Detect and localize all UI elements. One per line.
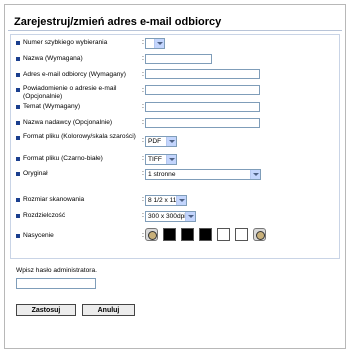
- original-select[interactable]: 1 stronne: [145, 169, 261, 180]
- colon: :: [142, 87, 144, 94]
- saturation-decrease-icon[interactable]: [145, 228, 158, 241]
- subject-input[interactable]: [145, 102, 260, 112]
- square-bullet-icon: [16, 157, 20, 161]
- chevron-down-icon: [166, 137, 176, 146]
- square-bullet-icon: [16, 214, 20, 218]
- resolution-label: Rozdzielczość: [23, 212, 66, 219]
- colon: :: [142, 170, 144, 177]
- speed-dial-label: Numer szybkiego wybierania: [23, 39, 108, 46]
- saturation-increase-icon[interactable]: [253, 228, 266, 241]
- chevron-down-icon: [176, 196, 186, 205]
- colon: :: [142, 71, 144, 78]
- saturation-level-4[interactable]: [217, 228, 230, 241]
- colon: :: [142, 137, 144, 144]
- colon: :: [142, 103, 144, 110]
- saturation-label: Nasycenie: [23, 232, 54, 239]
- chevron-down-icon: [185, 212, 195, 221]
- square-bullet-icon: [16, 73, 20, 77]
- admin-password-label: Wpisz hasło administratora.: [16, 267, 97, 274]
- title-divider: [8, 30, 342, 31]
- format-bw-select[interactable]: TIFF: [145, 154, 177, 165]
- email-label: Adres e-mail odbiorcy (Wymagany): [23, 71, 126, 78]
- format-color-value: PDF: [148, 138, 162, 145]
- page-title: Zarejestruj/zmień adres e-mail odbiorcy: [14, 16, 222, 28]
- square-bullet-icon: [16, 136, 20, 140]
- name-input[interactable]: [145, 54, 212, 64]
- admin-password-input[interactable]: [16, 278, 96, 289]
- notify-label: Powiadomienie o adresie e-mail (Opcjonal…: [23, 85, 117, 100]
- format-bw-label: Format pliku (Czarno-białe): [23, 155, 103, 162]
- scan-size-value: 8 1/2 x 11: [148, 197, 177, 204]
- resolution-select[interactable]: 300 x 300dpi: [145, 211, 196, 222]
- square-bullet-icon: [16, 198, 20, 202]
- colon: :: [142, 196, 144, 203]
- apply-button[interactable]: Zastosuj: [16, 304, 76, 316]
- saturation-level-2[interactable]: [181, 228, 194, 241]
- square-bullet-icon: [16, 57, 20, 61]
- format-color-label: Format pliku (Kolorowy/skala szarości): [23, 133, 136, 140]
- speed-dial-select[interactable]: [145, 38, 165, 49]
- chevron-down-icon: [166, 155, 176, 164]
- chevron-down-icon: [154, 39, 164, 48]
- subject-label: Temat (Wymagany): [23, 103, 81, 110]
- square-bullet-icon: [16, 88, 20, 92]
- name-label: Nazwa (Wymagana): [23, 55, 83, 62]
- square-bullet-icon: [16, 41, 20, 45]
- scan-size-select[interactable]: 8 1/2 x 11: [145, 195, 187, 206]
- colon: :: [142, 155, 144, 162]
- scan-size-label: Rozmiar skanowania: [23, 196, 85, 203]
- resolution-value: 300 x 300dpi: [148, 213, 186, 220]
- square-bullet-icon: [16, 121, 20, 125]
- saturation-level-5[interactable]: [235, 228, 248, 241]
- saturation-level-1[interactable]: [163, 228, 176, 241]
- colon: :: [142, 39, 144, 46]
- cancel-button[interactable]: Anuluj: [82, 304, 135, 316]
- format-bw-value: TIFF: [148, 156, 162, 163]
- square-bullet-icon: [16, 105, 20, 109]
- colon: :: [142, 212, 144, 219]
- sender-input[interactable]: [145, 118, 260, 128]
- colon: :: [142, 55, 144, 62]
- colon: :: [142, 232, 144, 239]
- square-bullet-icon: [16, 234, 20, 238]
- email-input[interactable]: [145, 69, 260, 79]
- original-value: 1 stronne: [148, 171, 176, 178]
- original-label: Oryginał: [23, 170, 48, 177]
- chevron-down-icon: [250, 170, 260, 179]
- format-color-select[interactable]: PDF: [145, 136, 177, 147]
- notify-input[interactable]: [145, 85, 260, 95]
- saturation-level-3[interactable]: [199, 228, 212, 241]
- square-bullet-icon: [16, 172, 20, 176]
- colon: :: [142, 119, 144, 126]
- sender-label: Nazwa nadawcy (Opcjonalnie): [23, 119, 113, 126]
